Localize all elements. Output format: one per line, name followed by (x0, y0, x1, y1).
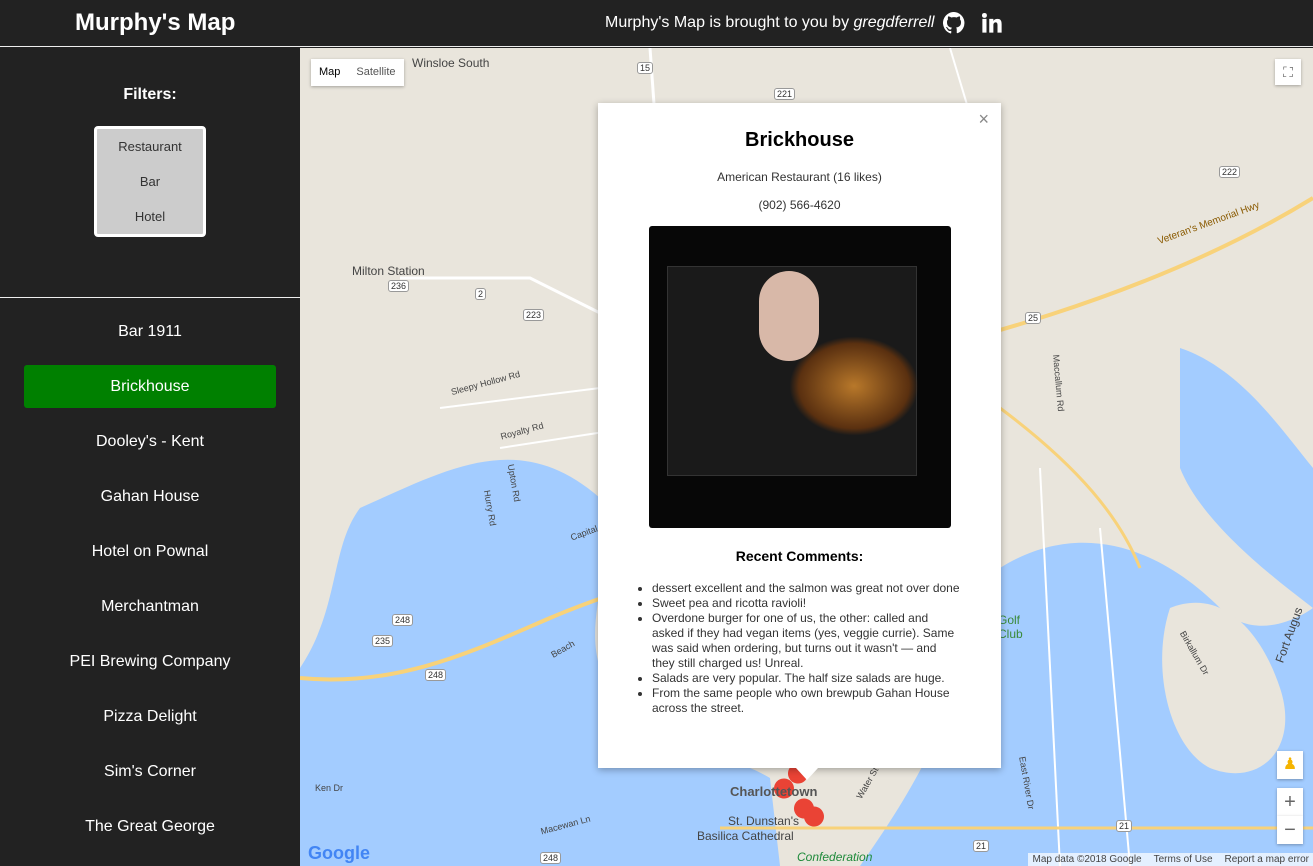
place-phone: (902) 566-4620 (758, 198, 841, 212)
github-icon[interactable] (943, 12, 965, 34)
comments-list: dessert excellent and the salmon was gre… (652, 581, 961, 716)
place-item[interactable]: Bar 1911 (24, 310, 276, 353)
map-button[interactable]: Map (311, 59, 348, 86)
terms-link[interactable]: Terms of Use (1154, 854, 1213, 865)
route-shield: 235 (372, 635, 394, 647)
credit-text: Murphy's Map is brought to you by gregdf… (605, 14, 934, 32)
zoom-in-button[interactable]: + (1277, 788, 1303, 816)
pegman-icon[interactable]: ♟ (1277, 751, 1303, 779)
author-link[interactable]: gregdferrell (854, 14, 935, 31)
map-label: Basilica Cathedral (697, 829, 794, 843)
place-photo (648, 226, 951, 528)
route-shield: 236 (388, 280, 410, 292)
filter-option-hotel[interactable]: Hotel (97, 199, 203, 234)
filter-select[interactable]: Restaurant Bar Hotel (94, 126, 206, 237)
comment: From the same people who own brewpub Gah… (652, 686, 961, 716)
place-item-selected[interactable]: Brickhouse (24, 365, 276, 408)
comment: dessert excellent and the salmon was gre… (652, 581, 961, 596)
place-item[interactable]: Dooley's - Kent (24, 420, 276, 463)
route-shield: 248 (540, 852, 562, 864)
place-item[interactable]: Sim's Corner (24, 750, 276, 793)
info-window: × Brickhouse American Restaurant (16 lik… (598, 103, 1001, 780)
map-label: Ken Dr (315, 783, 344, 793)
report-error-link[interactable]: Report a map error (1225, 854, 1309, 865)
map-label: Charlottetown (730, 784, 818, 799)
zoom-out-button[interactable]: − (1277, 816, 1303, 844)
route-shield: 2 (475, 288, 487, 300)
sidebar: Filters: Restaurant Bar Hotel Bar 1911 B… (0, 48, 300, 866)
route-shield: 25 (1025, 312, 1042, 324)
route-shield: 221 (774, 88, 796, 100)
app-title: Murphy's Map (75, 9, 236, 36)
map-label: Golf Club (998, 613, 1023, 641)
place-name: Brickhouse (745, 129, 854, 151)
map-type-control: Map Satellite (311, 59, 404, 86)
header: Murphy's Map Murphy's Map is brought to … (0, 0, 1313, 47)
google-logo: Google (308, 843, 370, 863)
comment: Sweet pea and ricotta ravioli! (652, 596, 961, 611)
linkedin-icon[interactable] (981, 12, 1003, 34)
fullscreen-icon[interactable]: ⛶ (1275, 59, 1301, 85)
filter-option-bar[interactable]: Bar (97, 164, 203, 199)
map-attribution: Map data ©2018 Google Terms of Use Repor… (1028, 853, 1313, 866)
map-label: Confederation (797, 850, 873, 864)
credit-prefix: Murphy's Map is brought to you by (605, 14, 854, 31)
comment: Overdone burger for one of us, the other… (652, 611, 961, 671)
map-data-text: Map data ©2018 Google (1032, 854, 1142, 865)
route-shield: 21 (973, 840, 990, 852)
route-shield: 223 (523, 309, 545, 321)
divider (0, 297, 300, 298)
place-item[interactable]: The Great George (24, 805, 276, 848)
comments-title: Recent Comments: (735, 548, 864, 564)
place-category: American Restaurant (16 likes) (717, 170, 882, 184)
route-shield: 21 (1116, 820, 1133, 832)
place-item[interactable]: PEI Brewing Company (24, 640, 276, 683)
place-item[interactable]: Hotel on Pownal (24, 530, 276, 573)
filter-option-restaurant[interactable]: Restaurant (97, 129, 203, 164)
map[interactable]: Winsloe South Milton Station Sleepy Holl… (300, 48, 1313, 866)
info-window-tail (796, 768, 818, 780)
place-item[interactable]: Gahan House (24, 475, 276, 518)
map-label: Milton Station (352, 264, 425, 278)
place-list: Bar 1911 Brickhouse Dooley's - Kent Gaha… (24, 310, 276, 860)
map-label: St. Dunstan's (728, 814, 799, 828)
route-shield: 248 (392, 614, 414, 626)
filters-label: Filters: (123, 86, 177, 103)
comment: Salads are very popular. The half size s… (652, 671, 961, 686)
route-shield: 15 (637, 62, 654, 74)
place-item[interactable]: Pizza Delight (24, 695, 276, 738)
close-icon[interactable]: × (978, 109, 989, 130)
map-label: Winsloe South (412, 56, 490, 70)
route-shield: 222 (1219, 166, 1241, 178)
route-shield: 248 (425, 669, 447, 681)
satellite-button[interactable]: Satellite (348, 59, 403, 86)
place-item[interactable]: Merchantman (24, 585, 276, 628)
